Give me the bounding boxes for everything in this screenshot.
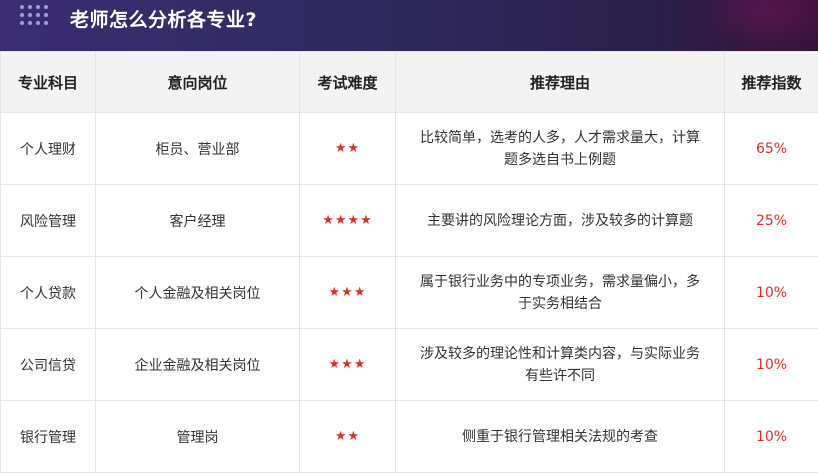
banner-glow (698, 0, 818, 50)
index-cell: 25% (725, 185, 818, 257)
position-cell: 客户经理 (96, 185, 300, 257)
difficulty-stars: ★★★ (300, 329, 396, 401)
page-title: 老师怎么分析各专业? (70, 0, 257, 40)
subject-analysis-table: 专业科目 意向岗位 考试难度 推荐理由 推荐指数 个人理财 柜员、营业部 ★★ … (0, 51, 818, 473)
column-header-index: 推荐指数 (725, 52, 818, 113)
position-cell: 个人金融及相关岗位 (96, 257, 300, 329)
reason-cell: 主要讲的风险理论方面，涉及较多的计算题 (396, 185, 725, 257)
index-cell: 10% (725, 257, 818, 329)
column-header-reason: 推荐理由 (396, 52, 725, 113)
table-row: 个人贷款 个人金融及相关岗位 ★★★ 属于银行业务中的专项业务，需求量偏小，多于… (1, 257, 818, 329)
position-cell: 企业金融及相关岗位 (96, 329, 300, 401)
reason-cell: 涉及较多的理论性和计算类内容，与实际业务有些许不同 (396, 329, 725, 401)
reason-cell: 比较简单，选考的人多，人才需求量大，计算题多选自书上例题 (396, 113, 725, 185)
difficulty-stars: ★★★★ (300, 185, 396, 257)
column-header-difficulty: 考试难度 (300, 52, 396, 113)
index-cell: 10% (725, 329, 818, 401)
subject-cell: 个人理财 (1, 113, 96, 185)
dots-decoration-icon (20, 5, 48, 25)
index-cell: 65% (725, 113, 818, 185)
table-header-row: 专业科目 意向岗位 考试难度 推荐理由 推荐指数 (1, 52, 818, 113)
title-banner: 老师怎么分析各专业? (0, 0, 818, 51)
subject-cell: 公司信贷 (1, 329, 96, 401)
table-row: 公司信贷 企业金融及相关岗位 ★★★ 涉及较多的理论性和计算类内容，与实际业务有… (1, 329, 818, 401)
column-header-position: 意向岗位 (96, 52, 300, 113)
difficulty-stars: ★★★ (300, 257, 396, 329)
page: 老师怎么分析各专业? 专业科目 意向岗位 考试难度 推荐理由 推荐指数 个人理财… (0, 0, 818, 462)
subject-cell: 个人贷款 (1, 257, 96, 329)
difficulty-stars: ★★ (300, 113, 396, 185)
position-cell: 柜员、营业部 (96, 113, 300, 185)
reason-cell: 属于银行业务中的专项业务，需求量偏小，多于实务相结合 (396, 257, 725, 329)
subject-cell: 风险管理 (1, 185, 96, 257)
table-row: 风险管理 客户经理 ★★★★ 主要讲的风险理论方面，涉及较多的计算题 25% (1, 185, 818, 257)
column-header-subject: 专业科目 (1, 52, 96, 113)
table-row: 个人理财 柜员、营业部 ★★ 比较简单，选考的人多，人才需求量大，计算题多选自书… (1, 113, 818, 185)
